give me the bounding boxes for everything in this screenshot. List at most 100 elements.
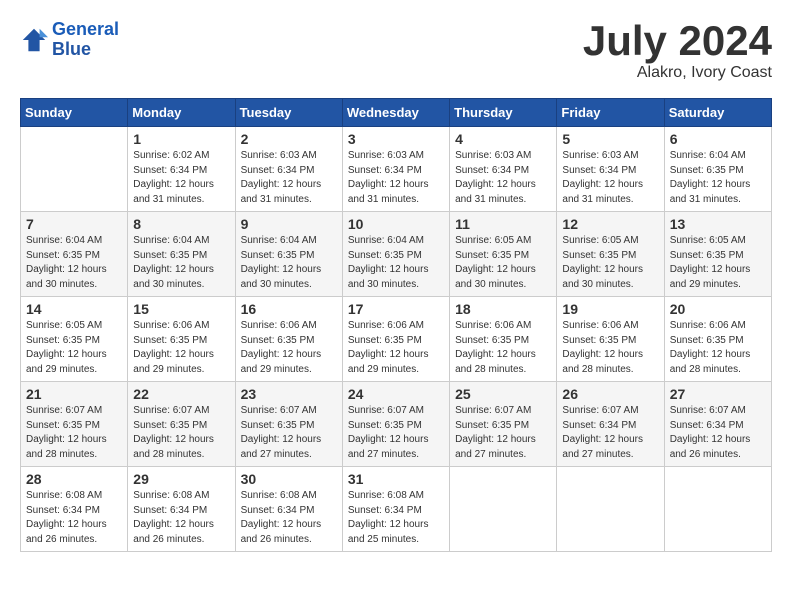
- weekday-header: Sunday: [21, 99, 128, 127]
- calendar-cell: 30 Sunrise: 6:08 AM Sunset: 6:34 PM Dayli…: [235, 467, 342, 552]
- cell-info: Sunrise: 6:04 AM Sunset: 6:35 PM Dayligh…: [133, 234, 229, 292]
- calendar-cell: [664, 467, 771, 552]
- day-number: 9: [241, 216, 337, 232]
- calendar-cell: 13 Sunrise: 6:05 AM Sunset: 6:35 PM Dayli…: [664, 212, 771, 297]
- calendar-cell: [450, 467, 557, 552]
- calendar-cell: 28 Sunrise: 6:08 AM Sunset: 6:34 PM Dayli…: [21, 467, 128, 552]
- title-block: July 2024 Alakro, Ivory Coast: [583, 20, 772, 82]
- day-number: 20: [670, 301, 766, 317]
- weekday-header-row: SundayMondayTuesdayWednesdayThursdayFrid…: [21, 99, 772, 127]
- day-number: 13: [670, 216, 766, 232]
- day-number: 7: [26, 216, 122, 232]
- calendar-cell: 22 Sunrise: 6:07 AM Sunset: 6:35 PM Dayli…: [128, 382, 235, 467]
- calendar-cell: 25 Sunrise: 6:07 AM Sunset: 6:35 PM Dayli…: [450, 382, 557, 467]
- calendar-week-row: 1 Sunrise: 6:02 AM Sunset: 6:34 PM Daylig…: [21, 127, 772, 212]
- day-number: 4: [455, 131, 551, 147]
- day-number: 11: [455, 216, 551, 232]
- month-title: July 2024: [583, 20, 772, 62]
- calendar-week-row: 7 Sunrise: 6:04 AM Sunset: 6:35 PM Daylig…: [21, 212, 772, 297]
- cell-info: Sunrise: 6:08 AM Sunset: 6:34 PM Dayligh…: [348, 489, 444, 547]
- calendar-cell: 23 Sunrise: 6:07 AM Sunset: 6:35 PM Dayli…: [235, 382, 342, 467]
- calendar-cell: 26 Sunrise: 6:07 AM Sunset: 6:34 PM Dayli…: [557, 382, 664, 467]
- day-number: 19: [562, 301, 658, 317]
- day-number: 5: [562, 131, 658, 147]
- calendar-cell: 4 Sunrise: 6:03 AM Sunset: 6:34 PM Daylig…: [450, 127, 557, 212]
- calendar-cell: 16Sunrise: 6:06 AM Sunset: 6:35 PM Dayli…: [235, 297, 342, 382]
- cell-info: Sunrise: 6:07 AM Sunset: 6:35 PM Dayligh…: [133, 404, 229, 462]
- calendar-cell: 20Sunrise: 6:06 AM Sunset: 6:35 PM Dayli…: [664, 297, 771, 382]
- cell-info: Sunrise: 6:06 AM Sunset: 6:35 PM Dayligh…: [562, 319, 658, 377]
- cell-info: Sunrise: 6:08 AM Sunset: 6:34 PM Dayligh…: [241, 489, 337, 547]
- cell-info: Sunrise: 6:05 AM Sunset: 6:35 PM Dayligh…: [455, 234, 551, 292]
- day-number: 12: [562, 216, 658, 232]
- logo-blue: Blue: [52, 39, 91, 59]
- calendar-cell: 17 Sunrise: 6:06 AM Sunset: 6:35 PM Dayli…: [342, 297, 449, 382]
- cell-info: Sunrise: 6:07 AM Sunset: 6:35 PM Dayligh…: [455, 404, 551, 462]
- calendar-cell: 5 Sunrise: 6:03 AM Sunset: 6:34 PM Daylig…: [557, 127, 664, 212]
- weekday-header: Saturday: [664, 99, 771, 127]
- calendar-cell: 24Sunrise: 6:07 AM Sunset: 6:35 PM Dayli…: [342, 382, 449, 467]
- calendar-cell: 1 Sunrise: 6:02 AM Sunset: 6:34 PM Daylig…: [128, 127, 235, 212]
- calendar-cell: 10Sunrise: 6:04 AM Sunset: 6:35 PM Dayli…: [342, 212, 449, 297]
- cell-info: Sunrise: 6:06 AM Sunset: 6:35 PM Dayligh…: [455, 319, 551, 377]
- day-number: 23: [241, 386, 337, 402]
- day-number: 14: [26, 301, 122, 317]
- calendar-week-row: 21 Sunrise: 6:07 AM Sunset: 6:35 PM Dayli…: [21, 382, 772, 467]
- day-number: 8: [133, 216, 229, 232]
- cell-info: Sunrise: 6:05 AM Sunset: 6:35 PM Dayligh…: [26, 319, 122, 377]
- day-number: 28: [26, 471, 122, 487]
- day-number: 21: [26, 386, 122, 402]
- cell-info: Sunrise: 6:07 AM Sunset: 6:34 PM Dayligh…: [562, 404, 658, 462]
- weekday-header: Friday: [557, 99, 664, 127]
- calendar-cell: 12Sunrise: 6:05 AM Sunset: 6:35 PM Dayli…: [557, 212, 664, 297]
- logo-general: General: [52, 19, 119, 39]
- day-number: 22: [133, 386, 229, 402]
- cell-info: Sunrise: 6:04 AM Sunset: 6:35 PM Dayligh…: [670, 149, 766, 207]
- cell-info: Sunrise: 6:03 AM Sunset: 6:34 PM Dayligh…: [455, 149, 551, 207]
- cell-info: Sunrise: 6:03 AM Sunset: 6:34 PM Dayligh…: [562, 149, 658, 207]
- calendar-cell: 11 Sunrise: 6:05 AM Sunset: 6:35 PM Dayli…: [450, 212, 557, 297]
- calendar-week-row: 14 Sunrise: 6:05 AM Sunset: 6:35 PM Dayli…: [21, 297, 772, 382]
- cell-info: Sunrise: 6:06 AM Sunset: 6:35 PM Dayligh…: [241, 319, 337, 377]
- cell-info: Sunrise: 6:03 AM Sunset: 6:34 PM Dayligh…: [241, 149, 337, 207]
- header: General Blue July 2024 Alakro, Ivory Coa…: [20, 20, 772, 82]
- location-title: Alakro, Ivory Coast: [583, 64, 772, 82]
- calendar-cell: 19 Sunrise: 6:06 AM Sunset: 6:35 PM Dayli…: [557, 297, 664, 382]
- cell-info: Sunrise: 6:08 AM Sunset: 6:34 PM Dayligh…: [26, 489, 122, 547]
- logo: General Blue: [20, 20, 119, 60]
- calendar-week-row: 28 Sunrise: 6:08 AM Sunset: 6:34 PM Dayli…: [21, 467, 772, 552]
- day-number: 25: [455, 386, 551, 402]
- cell-info: Sunrise: 6:06 AM Sunset: 6:35 PM Dayligh…: [348, 319, 444, 377]
- day-number: 26: [562, 386, 658, 402]
- cell-info: Sunrise: 6:07 AM Sunset: 6:34 PM Dayligh…: [670, 404, 766, 462]
- day-number: 1: [133, 131, 229, 147]
- calendar-cell: 29Sunrise: 6:08 AM Sunset: 6:34 PM Dayli…: [128, 467, 235, 552]
- day-number: 30: [241, 471, 337, 487]
- cell-info: Sunrise: 6:05 AM Sunset: 6:35 PM Dayligh…: [670, 234, 766, 292]
- day-number: 31: [348, 471, 444, 487]
- cell-info: Sunrise: 6:06 AM Sunset: 6:35 PM Dayligh…: [133, 319, 229, 377]
- cell-info: Sunrise: 6:07 AM Sunset: 6:35 PM Dayligh…: [26, 404, 122, 462]
- cell-info: Sunrise: 6:04 AM Sunset: 6:35 PM Dayligh…: [348, 234, 444, 292]
- day-number: 2: [241, 131, 337, 147]
- calendar-cell: 15Sunrise: 6:06 AM Sunset: 6:35 PM Dayli…: [128, 297, 235, 382]
- day-number: 3: [348, 131, 444, 147]
- cell-info: Sunrise: 6:03 AM Sunset: 6:34 PM Dayligh…: [348, 149, 444, 207]
- cell-info: Sunrise: 6:02 AM Sunset: 6:34 PM Dayligh…: [133, 149, 229, 207]
- day-number: 27: [670, 386, 766, 402]
- logo-icon: [20, 26, 48, 54]
- calendar-cell: 21 Sunrise: 6:07 AM Sunset: 6:35 PM Dayli…: [21, 382, 128, 467]
- calendar-table: SundayMondayTuesdayWednesdayThursdayFrid…: [20, 98, 772, 552]
- cell-info: Sunrise: 6:07 AM Sunset: 6:35 PM Dayligh…: [241, 404, 337, 462]
- weekday-header: Thursday: [450, 99, 557, 127]
- calendar-cell: 8 Sunrise: 6:04 AM Sunset: 6:35 PM Daylig…: [128, 212, 235, 297]
- calendar-cell: 31 Sunrise: 6:08 AM Sunset: 6:34 PM Dayli…: [342, 467, 449, 552]
- cell-info: Sunrise: 6:04 AM Sunset: 6:35 PM Dayligh…: [241, 234, 337, 292]
- calendar-cell: [21, 127, 128, 212]
- day-number: 17: [348, 301, 444, 317]
- cell-info: Sunrise: 6:08 AM Sunset: 6:34 PM Dayligh…: [133, 489, 229, 547]
- calendar-cell: 2 Sunrise: 6:03 AM Sunset: 6:34 PM Daylig…: [235, 127, 342, 212]
- weekday-header: Tuesday: [235, 99, 342, 127]
- cell-info: Sunrise: 6:04 AM Sunset: 6:35 PM Dayligh…: [26, 234, 122, 292]
- calendar-cell: 9 Sunrise: 6:04 AM Sunset: 6:35 PM Daylig…: [235, 212, 342, 297]
